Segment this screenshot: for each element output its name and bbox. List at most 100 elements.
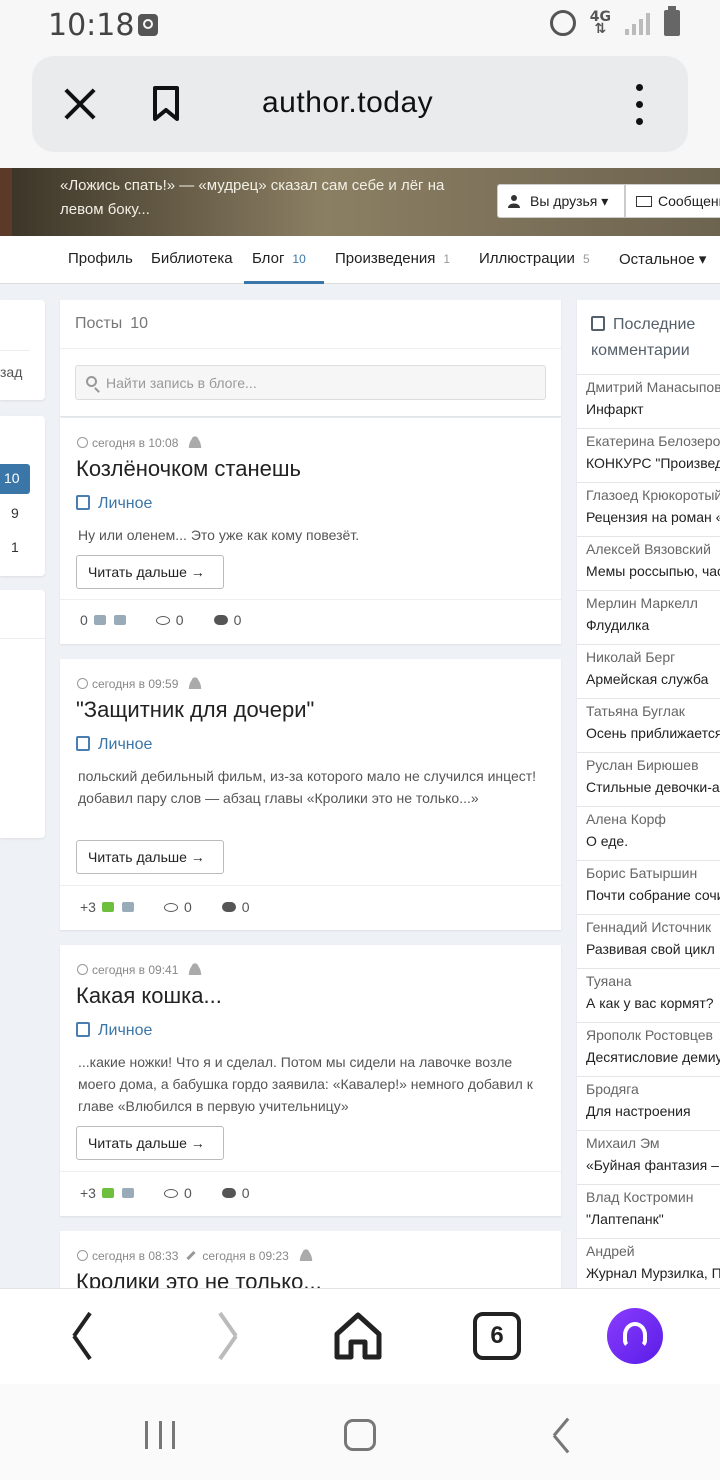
status-time: 10:18: [48, 8, 135, 43]
post-stats: 0 0 0: [80, 612, 241, 628]
page-item[interactable]: 9: [11, 505, 19, 521]
post-title[interactable]: Козлёночком станешь: [76, 456, 301, 482]
eye-icon: [163, 903, 178, 912]
post-meta: сегодня в 09:59: [77, 677, 203, 691]
post-excerpt: Ну или оленем... Это уже как кому повезё…: [78, 527, 360, 543]
comment-item[interactable]: Туяана А как у вас кормят?: [577, 968, 720, 1022]
post-comments: 0: [233, 612, 242, 628]
comment-item[interactable]: Руслан Бирюшев Стильные девочки-а: [577, 752, 720, 806]
post-title[interactable]: Кролики это не только...: [76, 1269, 322, 1288]
post-rating: 0: [80, 612, 88, 628]
post-category[interactable]: Личное: [76, 736, 152, 754]
comments-icon: [221, 902, 236, 912]
eye-icon: [163, 1189, 178, 1198]
home-icon[interactable]: [332, 1310, 384, 1362]
url-text[interactable]: author.today: [262, 86, 433, 120]
left-card-empty: [0, 590, 45, 838]
thumbs-up-icon[interactable]: [101, 1188, 114, 1198]
read-more-button[interactable]: Читать дальше →: [76, 1126, 224, 1160]
tab-other[interactable]: Остальное ▾: [619, 250, 706, 268]
comment-item[interactable]: Влад Костромин "Лаптепанк": [577, 1184, 720, 1238]
page-item[interactable]: 1: [11, 539, 19, 555]
post-title[interactable]: Какая кошка...: [76, 983, 222, 1009]
close-icon[interactable]: [62, 86, 98, 122]
tab-library[interactable]: Библиотека: [151, 250, 233, 267]
post-excerpt: ...какие ножки! Что я и сделал. Потом мы…: [78, 1054, 533, 1114]
thumbs-down-icon[interactable]: [113, 615, 126, 625]
back-arrow-icon[interactable]: [72, 1314, 102, 1358]
tab-works-count: 1: [443, 252, 451, 266]
left-card-pages: 10 9 1: [0, 416, 45, 576]
profile-status-quote: «Ложись спать!» — «мудрец» сказал сам се…: [60, 177, 445, 218]
recent-comments-sidebar: Последние комментарии Дмитрий Манасыпов И…: [577, 300, 720, 1290]
thumbs-up-icon[interactable]: [101, 902, 114, 912]
comments-list-icon: [591, 316, 605, 331]
forward-arrow-icon[interactable]: [208, 1314, 238, 1358]
comment-item[interactable]: Николай Берг Армейская служба: [577, 644, 720, 698]
post-views: 0: [175, 612, 184, 628]
bookmark-icon[interactable]: [152, 86, 180, 122]
clock-icon: [77, 678, 88, 689]
comment-item[interactable]: Глазоед Крюкоротый Рецензия на роман «: [577, 482, 720, 536]
read-more-button[interactable]: Читать дальше →: [76, 555, 224, 589]
person-icon: [188, 963, 203, 975]
search-icon: [86, 376, 97, 387]
thumbs-down-icon[interactable]: [121, 902, 134, 912]
comment-item[interactable]: Алена Корф О еде.: [577, 806, 720, 860]
comment-item[interactable]: Мерлин Маркелл Флудилка: [577, 590, 720, 644]
comment-item[interactable]: Андрей Журнал Мурзилка, П: [577, 1238, 720, 1290]
comment-item[interactable]: Геннадий Источник Развивая свой цикл: [577, 914, 720, 968]
comments-icon: [221, 1188, 236, 1198]
person-icon: [188, 677, 203, 689]
post-comments: 0: [241, 899, 250, 915]
comment-item[interactable]: Дмитрий Манасыпов Инфаркт: [577, 374, 720, 428]
posts-header-panel: Посты 10 Найти запись в блоге...: [60, 300, 561, 416]
thumbs-up-icon[interactable]: [93, 615, 106, 625]
back-link[interactable]: зад: [0, 364, 22, 380]
comment-item[interactable]: Бродяга Для настроения: [577, 1076, 720, 1130]
tabs-counter-button[interactable]: 6: [473, 1312, 521, 1360]
comment-item[interactable]: Екатерина БелозероваКОНКУРС "Произведени…: [577, 428, 720, 482]
person-icon: [298, 1249, 313, 1261]
clock-icon: [77, 964, 88, 975]
post-meta: сегодня в 10:08: [77, 436, 203, 450]
system-home-icon[interactable]: [344, 1419, 376, 1451]
tab-blog-count: 10: [292, 252, 306, 266]
post-rating: +3: [80, 899, 96, 915]
signal-icon: [625, 11, 650, 35]
sidebar-heading: Последние комментарии: [591, 316, 696, 359]
comment-item[interactable]: Борис Батыршин Почти собрание сочин: [577, 860, 720, 914]
blog-search-input[interactable]: Найти запись в блоге...: [75, 365, 546, 400]
eye-icon: [155, 616, 170, 625]
post-category[interactable]: Личное: [76, 495, 152, 513]
notification-icon: [138, 14, 158, 36]
tab-illustrations-count: 5: [582, 252, 590, 266]
post-meta: сегодня в 08:33 сегодня в 09:23: [77, 1249, 313, 1263]
message-button[interactable]: Сообщение: [625, 184, 720, 218]
comment-item[interactable]: Татьяна Буглак Осень приближается: [577, 698, 720, 752]
thumbs-down-icon[interactable]: [121, 1188, 134, 1198]
post-title[interactable]: "Защитник для дочери": [76, 697, 314, 723]
post-category[interactable]: Личное: [76, 1022, 152, 1040]
category-icon: [76, 1022, 90, 1037]
assistant-icon[interactable]: [607, 1308, 663, 1364]
system-back-icon[interactable]: [552, 1420, 572, 1450]
comment-item[interactable]: Михаил Эм «Буйная фантазия –: [577, 1130, 720, 1184]
read-more-button[interactable]: Читать дальше →: [76, 840, 224, 874]
tab-blog[interactable]: Блог 10: [252, 250, 306, 267]
tab-profile[interactable]: Профиль: [68, 250, 133, 267]
posts-heading: Посты 10: [75, 315, 149, 332]
alarm-icon: [549, 10, 576, 36]
more-menu-icon[interactable]: [636, 84, 644, 126]
page-item[interactable]: 10: [4, 470, 20, 486]
tab-illustrations[interactable]: Иллюстрации 5: [479, 250, 590, 267]
friends-button[interactable]: Вы друзья ▾: [497, 184, 625, 218]
tab-works[interactable]: Произведения 1: [335, 250, 450, 267]
comment-item[interactable]: Алексей ВязовскийМемы россыпью, часть: [577, 536, 720, 590]
envelope-icon: [636, 196, 652, 207]
comment-item[interactable]: Ярополк Ростовцев Десятисловие демиу: [577, 1022, 720, 1076]
person-icon: [188, 436, 203, 448]
post-card: сегодня в 09:41 Какая кошка... Личное ..…: [60, 945, 561, 1216]
profile-nav: Профиль Библиотека Блог 10 Произведения 1 …: [0, 236, 720, 284]
recent-apps-icon[interactable]: [145, 1421, 175, 1449]
